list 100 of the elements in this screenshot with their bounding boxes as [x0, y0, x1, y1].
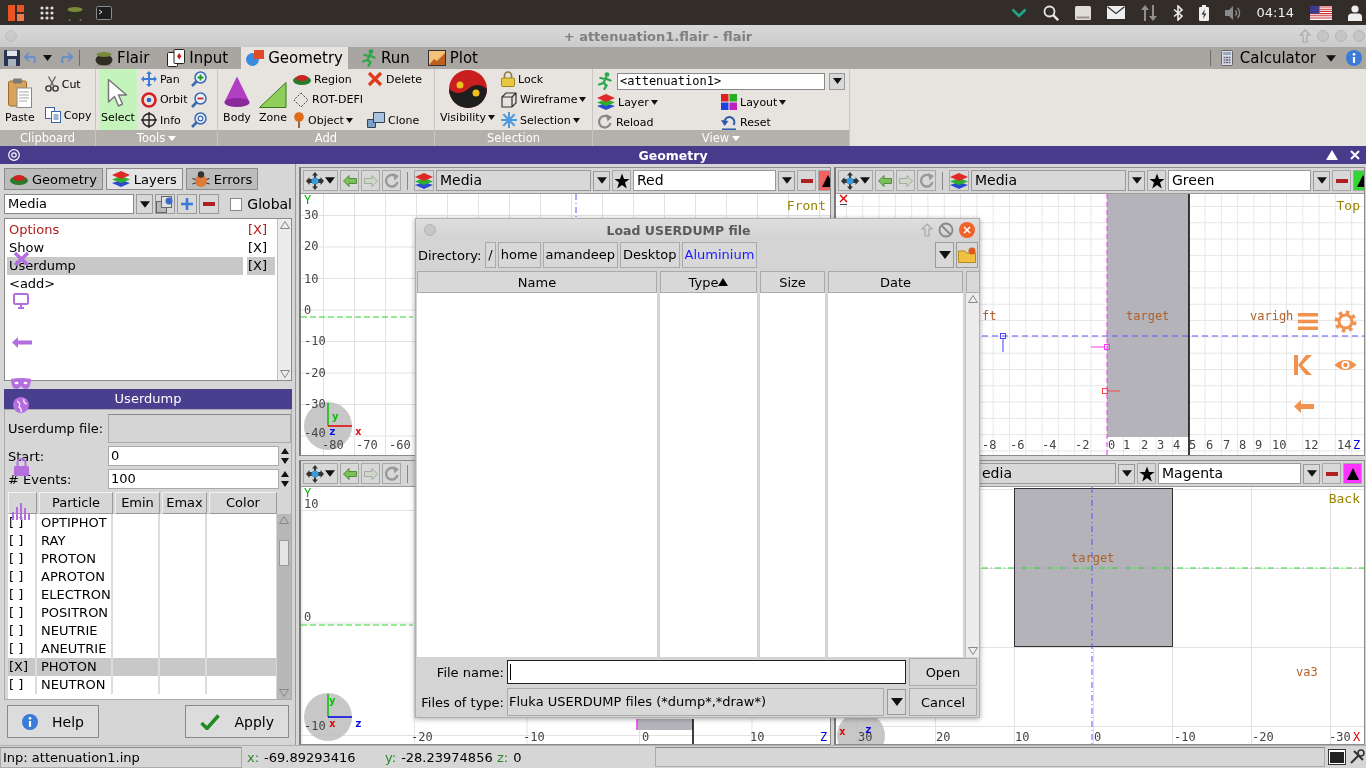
file-field[interactable] — [108, 413, 291, 443]
clock[interactable]: 04:14 — [1256, 5, 1294, 20]
toolbar-tab[interactable]: Run — [355, 47, 415, 69]
table-row[interactable]: [ ] NEUTRON — [8, 676, 276, 694]
bluetooth-icon[interactable] — [1172, 4, 1183, 21]
table-row[interactable]: [ ] NEUTRIE — [8, 622, 276, 640]
dropdown-button[interactable] — [829, 72, 845, 90]
add-button[interactable] — [177, 194, 198, 214]
scrollbar[interactable] — [277, 514, 291, 699]
toolbar-tab[interactable]: Geometry — [241, 47, 348, 69]
tools-icon[interactable] — [1349, 749, 1365, 765]
scrollbar[interactable] — [965, 293, 979, 657]
file-name-input[interactable] — [507, 660, 906, 684]
mask-icon[interactable] — [11, 378, 31, 390]
table-row[interactable]: [ ] ELECTRON — [8, 586, 276, 604]
circle-slash-icon[interactable] — [938, 222, 954, 238]
layer-dropdown[interactable]: Media — [4, 194, 135, 214]
color-dropdown[interactable]: Red — [633, 170, 776, 191]
ribbon-button[interactable]: Paste — [3, 69, 37, 130]
color-button[interactable] — [1343, 463, 1362, 484]
dropdown-button[interactable] — [1118, 463, 1135, 484]
ribbon-button[interactable]: Reset — [721, 112, 805, 132]
table-row[interactable]: [X] PHOTON — [8, 658, 276, 676]
table-row[interactable]: [ ] RAY — [8, 532, 276, 550]
globe-icon[interactable] — [13, 397, 29, 413]
envelope-icon[interactable] — [1106, 6, 1125, 19]
flag-icon[interactable] — [1310, 5, 1332, 20]
close-icon[interactable] — [1350, 150, 1360, 160]
cauldron-icon[interactable] — [66, 4, 84, 21]
ribbon-button[interactable]: Selection — [501, 110, 587, 130]
layers-button[interactable] — [414, 170, 434, 191]
layer-dropdown[interactable]: Media — [436, 170, 591, 191]
apply-button[interactable]: Apply — [185, 705, 289, 738]
panel-tab[interactable]: Layers — [105, 168, 183, 190]
terminal-window-icon[interactable] — [1328, 749, 1346, 765]
color-dropdown[interactable]: Green — [1168, 170, 1311, 191]
info-icon[interactable] — [1346, 50, 1362, 66]
layer-item[interactable]: Show — [7, 239, 243, 257]
user-icon[interactable] — [1348, 4, 1362, 21]
layer-dropdown[interactable]: edia — [978, 463, 1116, 484]
dropdown-button[interactable] — [778, 170, 795, 191]
ribbon-button[interactable]: Info — [140, 110, 188, 130]
toolbar-tab[interactable]: Plot — [422, 47, 483, 69]
remove-button[interactable] — [1322, 463, 1341, 484]
layer-item[interactable]: <add> — [7, 275, 275, 293]
triangle-up-icon[interactable] — [1326, 150, 1338, 160]
column-header[interactable]: Emin — [115, 492, 160, 514]
left-arrow-icon[interactable] — [12, 337, 32, 348]
dropdown-button[interactable] — [1128, 170, 1145, 191]
icon-button[interactable] — [191, 110, 208, 130]
panel-tab[interactable]: Errors — [185, 168, 259, 190]
back-button[interactable] — [340, 170, 359, 191]
dropdown-button[interactable] — [593, 170, 610, 191]
layer-flag[interactable]: [X] — [247, 257, 275, 275]
dropdown-button[interactable] — [136, 194, 154, 214]
column-header[interactable]: Emax — [162, 492, 207, 514]
remove-button[interactable] — [797, 170, 816, 191]
number-field[interactable]: 100 — [108, 469, 279, 489]
target-icon[interactable] — [8, 149, 20, 161]
ribbon-button[interactable]: Zone — [257, 69, 289, 130]
ribbon-button[interactable]: Reload — [597, 112, 681, 132]
column-header[interactable]: Name — [417, 271, 657, 293]
open-button[interactable]: Open — [909, 658, 977, 686]
transfer-arrows-icon[interactable] — [1140, 4, 1157, 21]
dropdown-button[interactable] — [1303, 463, 1320, 484]
speaker-icon[interactable] — [1224, 4, 1241, 21]
table-row[interactable]: [ ] PROTON — [8, 550, 276, 568]
caret-icon[interactable] — [43, 55, 52, 61]
ribbon-button[interactable]: Pan — [140, 69, 188, 89]
app-logo-icon[interactable] — [8, 4, 24, 21]
toolbar-tab[interactable]: Flair — [90, 47, 155, 69]
icon-button[interactable] — [191, 69, 208, 89]
file-type-dropdown[interactable]: Fluka USERDUMP files (*dump*,*draw*) — [507, 688, 884, 716]
ribbon-button[interactable]: Select — [99, 69, 137, 130]
path-button[interactable]: home — [497, 242, 541, 268]
layer-dropdown[interactable]: Media — [971, 170, 1126, 191]
column-header[interactable]: Type — [660, 271, 757, 293]
monitor-icon[interactable] — [13, 293, 29, 309]
layer-flag[interactable]: [X] — [247, 239, 275, 257]
terminal-icon[interactable] — [96, 5, 112, 20]
spin-arrows-icon[interactable] — [280, 447, 290, 465]
properties-button[interactable] — [155, 194, 176, 214]
path-button[interactable]: Aluminium — [681, 242, 758, 268]
dropdown-button[interactable] — [1313, 170, 1330, 191]
scrollbar[interactable] — [277, 219, 291, 380]
icon-button[interactable] — [191, 89, 208, 110]
path-button[interactable]: amandeep — [542, 242, 618, 268]
star-button[interactable] — [1137, 463, 1156, 484]
remove-button[interactable] — [199, 194, 220, 214]
global-checkbox[interactable] — [230, 197, 243, 211]
dropdown-button[interactable] — [935, 242, 954, 268]
view-mode-button[interactable] — [838, 170, 873, 191]
number-field[interactable]: 0 — [108, 446, 279, 466]
spin-arrows-icon[interactable] — [280, 470, 290, 488]
ribbon-button[interactable]: Copy — [44, 105, 92, 125]
remove-button[interactable] — [1332, 170, 1351, 191]
scrollbar-thumb[interactable] — [279, 540, 289, 566]
cancel-button[interactable]: Cancel — [909, 688, 977, 716]
view-mode-button[interactable] — [303, 463, 338, 484]
path-button[interactable]: / — [485, 242, 496, 268]
